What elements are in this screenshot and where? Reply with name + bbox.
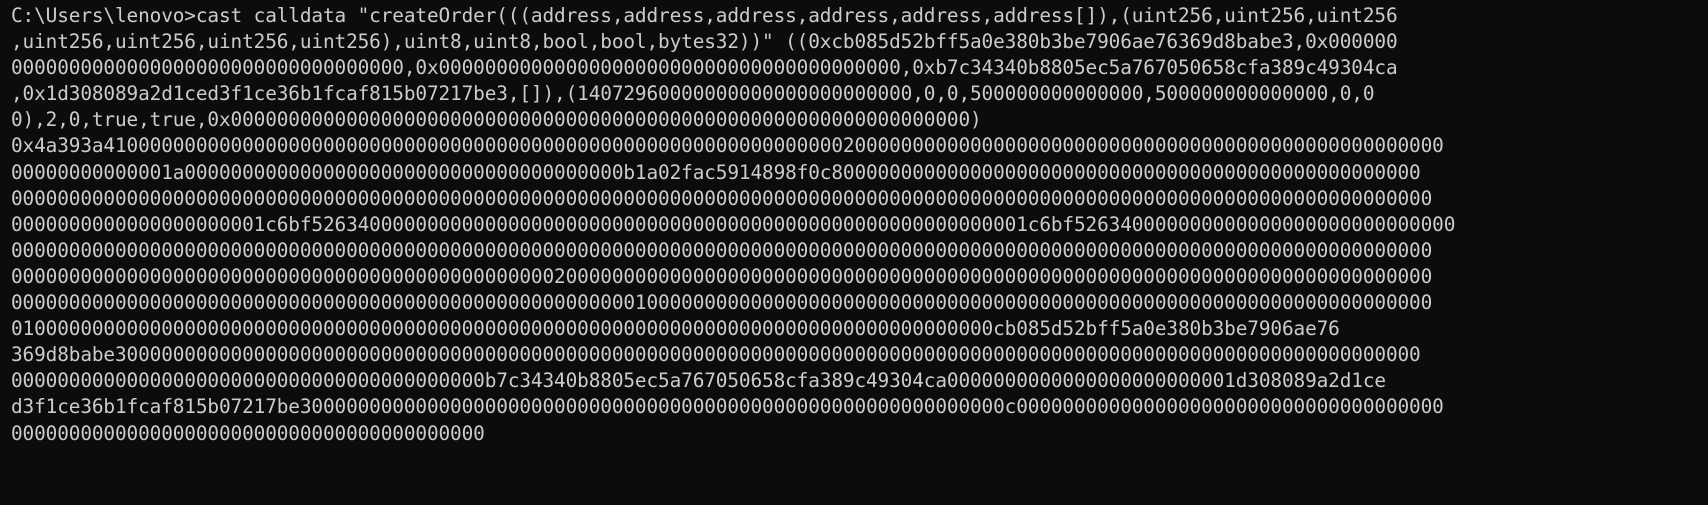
output-line: 0100000000000000000000000000000000000000…: [11, 317, 1340, 341]
terminal-window[interactable]: C:\Users\lenovo>cast calldata "createOrd…: [0, 0, 1708, 505]
output-line: 0000000000000000000000000000000000000000…: [11, 186, 1433, 210]
command-line: 0000000000000000000000000000000000,0x000…: [11, 56, 1398, 80]
command-line: C:\Users\lenovo>cast calldata "createOrd…: [11, 4, 1398, 27]
output-line: d3f1ce36b1fcaf815b07217be300000000000000…: [11, 395, 1444, 419]
output-line: 0000000000000000000000000000000000000000…: [11, 264, 1433, 288]
output-line: 00000000000001a0000000000000000000000000…: [11, 160, 1421, 184]
output-line: 369d8babe3000000000000000000000000000000…: [11, 343, 1421, 367]
output-line: 0x4a393a41000000000000000000000000000000…: [11, 134, 1444, 158]
output-line: 0000000000000000000000000000000000000000…: [11, 421, 485, 445]
command-line: ,0x1d308089a2d1ced3f1ce36b1fcaf815b07217…: [11, 82, 1375, 106]
command-line: ,uint256,uint256,uint256,uint256),uint8,…: [11, 30, 1398, 54]
output-line: 0000000000000000000000000000000000000000…: [11, 291, 1433, 315]
output-line: 0000000000000000000000000000000000000000…: [11, 369, 1386, 393]
command-line: 0),2,0,true,true,0x000000000000000000000…: [11, 108, 982, 132]
output-line: 0000000000000000000001c6bf52634000000000…: [11, 212, 1456, 236]
output-line: 0000000000000000000000000000000000000000…: [11, 238, 1433, 262]
